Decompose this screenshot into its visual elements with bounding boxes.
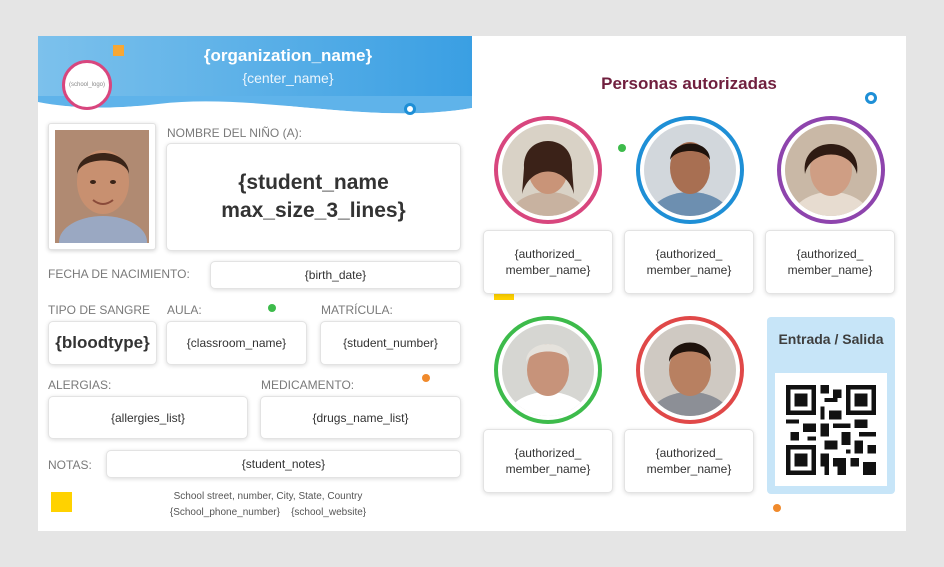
birth-date-field: {birth_date} [210, 261, 461, 289]
blue-ring-decoration [404, 103, 416, 115]
authorized-member-name-5: {authorized_ member_name} [624, 429, 754, 493]
authorized-member-photo-3 [777, 116, 885, 224]
authorized-member-name-4: {authorized_ member_name} [483, 429, 613, 493]
classroom-label: AULA: [167, 303, 202, 317]
drugs-field: {drugs_name_list} [260, 396, 461, 439]
entry-exit-panel: Entrada / Salida [767, 317, 895, 494]
student-number-field: {student_number} [320, 321, 461, 365]
bloodtype-label: TIPO DE SANGRE [48, 303, 151, 317]
orange-dot-decoration-right [773, 504, 781, 512]
qr-code [775, 373, 887, 486]
authorized-title: Personas autorizadas [601, 74, 777, 93]
birth-date-label: FECHA DE NACIMIENTO: [48, 267, 190, 281]
entry-exit-title: Entrada / Salida [778, 331, 884, 347]
school-logo-text: (school_logo) [68, 82, 106, 88]
authorized-member-photo-2 [636, 116, 744, 224]
school-contact: {School_phone_number} {school_website} [169, 507, 367, 518]
authorized-member-name-3: {authorized_ member_name} [765, 230, 895, 294]
organization-name: {organization_name} [203, 46, 373, 65]
student-photo [48, 123, 156, 250]
yellow-square-decoration [51, 492, 72, 512]
green-dot-decoration [268, 304, 276, 312]
blue-ring-decoration-right [865, 92, 877, 104]
orange-square-decoration [113, 45, 124, 56]
notes-field: {student_notes} [106, 450, 461, 478]
authorized-member-photo-1 [494, 116, 602, 224]
authorized-member-photo-5 [636, 316, 744, 424]
green-dot-decoration-right [618, 144, 626, 152]
bloodtype-field: {bloodtype} [48, 321, 157, 365]
authorized-member-name-2: {authorized_ member_name} [624, 230, 754, 294]
allergies-field: {allergies_list} [48, 396, 248, 439]
classroom-field: {classroom_name} [166, 321, 307, 365]
center-name: {center_name} [242, 70, 334, 86]
student-id-card: (school_logo) {organization_name} {cente… [38, 36, 906, 531]
orange-dot-decoration [422, 374, 430, 382]
school-footer: School street, number, City, State, Coun… [118, 489, 418, 521]
authorized-member-name-1: {authorized_ member_name} [483, 230, 613, 294]
school-logo: (school_logo) [62, 60, 112, 110]
student-name-label: NOMBRE DEL NIÑO (A): [167, 126, 302, 140]
authorized-member-photo-4 [494, 316, 602, 424]
notes-label: NOTAS: [48, 458, 92, 472]
student-name-field: {student_name max_size_3_lines} [166, 143, 461, 251]
student-photo-image [55, 130, 149, 243]
school-address: School street, number, City, State, Coun… [173, 491, 363, 502]
drugs-label: MEDICAMENTO: [261, 378, 355, 392]
allergies-label: ALERGIAS: [48, 378, 112, 392]
student-number-label: MATRÍCULA: [321, 303, 393, 317]
